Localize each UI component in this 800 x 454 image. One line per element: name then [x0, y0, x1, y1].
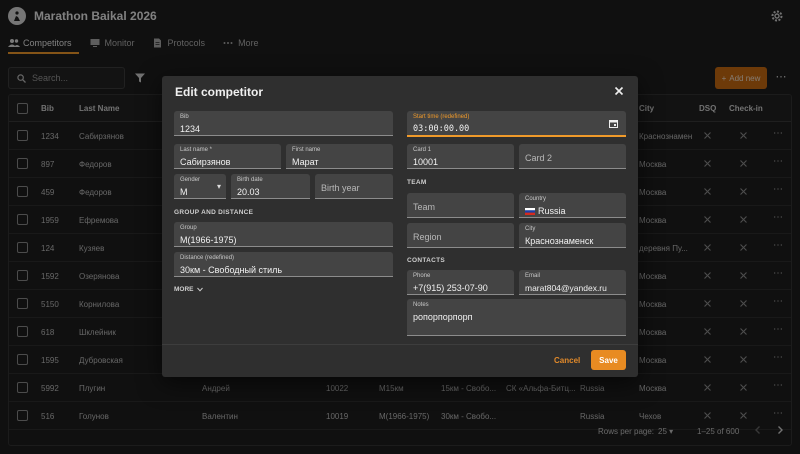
- region-field[interactable]: Region: [407, 223, 514, 248]
- start-time-label: Start time (redefined): [413, 114, 470, 120]
- last-name-value: Сабирзянов: [180, 157, 231, 167]
- birth-date-field[interactable]: Birth date 20.03: [231, 174, 310, 199]
- country-value: Russia: [538, 206, 566, 216]
- gender-value: М: [180, 187, 188, 197]
- team-field[interactable]: Team: [407, 193, 514, 218]
- group-value: М(1966-1975): [180, 235, 237, 245]
- card1-field[interactable]: Card 1 10001: [407, 144, 514, 169]
- region-placeholder: Region: [413, 232, 442, 242]
- edit-competitor-dialog: Edit competitor Bib 1234 Last name * Саб…: [162, 76, 638, 377]
- email-label: Email: [525, 273, 541, 279]
- chevron-down-icon: [196, 287, 203, 292]
- distance-value: 30км - Свободный стиль: [180, 265, 283, 275]
- city-label: City: [525, 226, 536, 232]
- dialog-divider: [162, 344, 638, 345]
- calendar-icon[interactable]: [609, 119, 618, 128]
- country-label: Country: [525, 196, 547, 202]
- group-label: Group: [180, 225, 197, 231]
- start-time-value: 03:00:00.00: [413, 124, 470, 134]
- distance-label: Distance (redefined): [180, 255, 235, 261]
- gender-label: Gender: [180, 177, 201, 183]
- bib-label: Bib: [180, 114, 189, 120]
- email-value: marat804@yandex.ru: [525, 283, 607, 293]
- team-placeholder: Team: [413, 202, 436, 212]
- bib-field[interactable]: Bib 1234: [174, 111, 393, 136]
- first-name-field[interactable]: First name Марат: [286, 144, 393, 169]
- contacts-section: CONTACTS: [407, 257, 446, 264]
- cancel-button[interactable]: Cancel: [554, 356, 580, 365]
- country-value-wrap: Russia: [525, 206, 566, 216]
- team-section: TEAM: [407, 179, 427, 186]
- first-name-label: First name: [292, 147, 321, 153]
- save-button[interactable]: Save: [591, 350, 626, 370]
- close-icon[interactable]: [614, 86, 624, 96]
- phone-field[interactable]: Phone +7(915) 253-07-90: [407, 270, 514, 295]
- last-name-field[interactable]: Last name * Сабирзянов: [174, 144, 281, 169]
- notes-field[interactable]: Notes ропорпорпорп: [407, 299, 626, 336]
- notes-value: ропорпорпорп: [413, 312, 473, 322]
- birth-date-label: Birth date: [237, 177, 263, 183]
- birth-year-field[interactable]: Birth year: [315, 174, 393, 199]
- phone-label: Phone: [413, 273, 431, 279]
- distance-field[interactable]: Distance (redefined) 30км - Свободный ст…: [174, 252, 393, 277]
- gender-select[interactable]: Gender М ▾: [174, 174, 226, 199]
- card1-label: Card 1: [413, 147, 432, 153]
- more-toggle[interactable]: MORE: [174, 286, 203, 293]
- email-field[interactable]: Email marat804@yandex.ru: [519, 270, 626, 295]
- birth-year-placeholder: Birth year: [321, 183, 360, 193]
- first-name-value: Марат: [292, 157, 319, 167]
- country-field[interactable]: Country Russia: [519, 193, 626, 218]
- more-label: MORE: [174, 286, 194, 293]
- card2-placeholder: Card 2: [525, 153, 553, 163]
- caret-down-icon: ▾: [216, 182, 221, 191]
- group-field[interactable]: Group М(1966-1975): [174, 222, 393, 247]
- birth-date-value: 20.03: [237, 187, 260, 197]
- card1-value: 10001: [413, 157, 439, 167]
- card2-field[interactable]: Card 2: [519, 144, 626, 169]
- last-name-label: Last name *: [180, 147, 213, 153]
- russia-flag-icon: [525, 208, 535, 215]
- bib-value: 1234: [180, 124, 201, 134]
- group-distance-section: GROUP AND DISTANCE: [174, 209, 254, 216]
- notes-label: Notes: [413, 302, 429, 308]
- dialog-title: Edit competitor: [175, 85, 264, 99]
- city-value: Краснознаменск: [525, 236, 594, 246]
- city-field[interactable]: City Краснознаменск: [519, 223, 626, 248]
- phone-value: +7(915) 253-07-90: [413, 283, 488, 293]
- start-time-field[interactable]: Start time (redefined) 03:00:00.00: [407, 111, 626, 137]
